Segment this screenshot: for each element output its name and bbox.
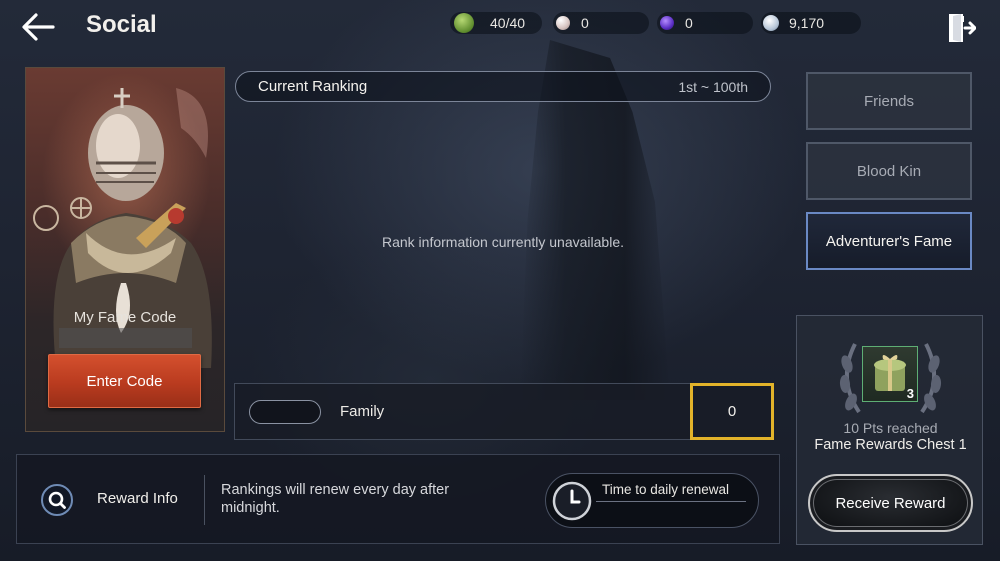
divider <box>204 475 205 525</box>
fame-rewards-chest[interactable]: 3 <box>862 346 918 402</box>
resource-pearl-value: 0 <box>581 15 589 31</box>
resource-dark-orb-value: 0 <box>685 15 693 31</box>
page-title: Social <box>86 11 157 38</box>
reward-info-panel: Reward Info Rankings will renew every da… <box>16 454 780 544</box>
family-score: 0 <box>690 383 774 440</box>
family-label: Family <box>340 403 385 420</box>
exit-door-icon <box>949 14 977 42</box>
resource-dark-orb[interactable]: 0 <box>657 12 753 34</box>
ranking-title: Current Ranking <box>258 78 368 95</box>
reward-info-button[interactable] <box>41 484 73 516</box>
clock-icon <box>552 481 592 521</box>
renew-text: Rankings will renew every day after midn… <box>221 482 450 516</box>
tab-adventurers-fame[interactable]: Adventurer's Fame <box>806 212 972 270</box>
back-arrow-icon <box>22 13 55 41</box>
fame-code-value <box>59 328 192 348</box>
daily-renewal-timer: Time to daily renewal <box>545 473 759 528</box>
family-ranking-row: Family 0 <box>234 383 774 440</box>
ranking-range: 1st ~ 100th <box>678 79 748 95</box>
back-button[interactable] <box>20 10 56 44</box>
dark-orb-icon <box>660 16 674 30</box>
fame-code-label: My Fame Code <box>73 309 177 326</box>
chest-count: 3 <box>906 386 914 401</box>
rank-unavailable-message: Rank information currently unavailable. <box>381 234 624 250</box>
reward-info-label[interactable]: Reward Info <box>97 490 178 507</box>
chest-name: Fame Rewards Chest 1 <box>814 437 967 453</box>
tab-friends[interactable]: Friends <box>806 72 972 130</box>
enter-code-button[interactable]: Enter Code <box>48 354 201 408</box>
energy-icon <box>454 13 474 33</box>
resource-pearl[interactable]: 0 <box>553 12 649 34</box>
resource-silver-value: 9,170 <box>789 15 825 31</box>
points-reached: 10 Pts reached <box>843 420 938 436</box>
exit-button[interactable] <box>946 12 977 44</box>
fame-reward-panel: 3 10 Pts reached Fame Rewards Chest 1 Re… <box>796 315 983 545</box>
resource-silver[interactable]: 9,170 <box>761 12 861 34</box>
silver-coin-icon <box>763 15 779 31</box>
timer-label: Time to daily renewal <box>602 482 730 497</box>
ranking-header: Current Ranking 1st ~ 100th <box>235 71 771 102</box>
resource-energy[interactable]: 40/40 <box>450 12 542 34</box>
search-icon <box>48 491 66 509</box>
tab-blood-kin[interactable]: Blood Kin <box>806 142 972 200</box>
receive-reward-button[interactable]: Receive Reward <box>808 474 973 532</box>
family-toggle[interactable] <box>249 400 321 424</box>
pearl-icon <box>556 16 570 30</box>
timer-value-line <box>596 501 746 502</box>
resource-energy-value: 40/40 <box>490 15 526 31</box>
